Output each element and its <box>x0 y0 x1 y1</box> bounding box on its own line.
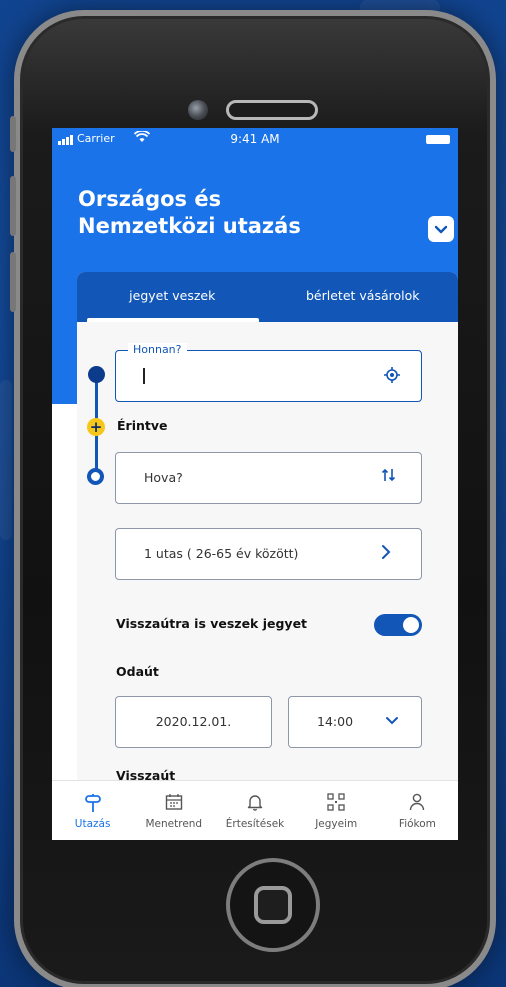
outbound-time-value: 14:00 <box>317 714 354 729</box>
qr-code-icon <box>327 793 345 815</box>
nav-label: Értesítések <box>225 818 285 830</box>
route-start-dot <box>88 366 105 383</box>
bell-icon <box>247 793 263 815</box>
add-via-icon[interactable]: + <box>87 418 105 436</box>
background-streak <box>0 380 12 540</box>
status-bar: Carrier 9:41 AM <box>52 128 458 150</box>
passengers-value: 1 utas ( 26-65 év között) <box>144 546 299 561</box>
user-icon <box>409 793 425 815</box>
outbound-time-select[interactable]: 14:00 <box>288 696 422 748</box>
outbound-date-field[interactable]: 2020.12.01. <box>115 696 272 748</box>
tab-label: bérletet vásárolok <box>306 287 420 303</box>
nav-item-travel[interactable]: Utazás <box>52 781 133 840</box>
via-label[interactable]: Érintve <box>117 418 168 433</box>
speaker-grille <box>226 100 318 120</box>
nav-item-account[interactable]: Fiókom <box>377 781 458 840</box>
header-dropdown-button[interactable] <box>428 216 454 242</box>
bottom-nav: Utazás Menetrend Értesítések Jegyeim Fió… <box>52 780 458 840</box>
nav-label: Utazás <box>74 818 111 830</box>
return-ticket-toggle[interactable] <box>374 614 422 636</box>
nav-label: Fiókom <box>398 818 436 830</box>
ticket-tabs: jegyet veszek bérletet vásárolok <box>77 272 458 322</box>
to-placeholder: Hova? <box>144 470 183 485</box>
phone-volume-button <box>10 176 16 236</box>
calendar-icon <box>165 793 183 815</box>
nav-item-tickets[interactable]: Jegyeim <box>296 781 377 840</box>
chevron-right-icon <box>381 541 391 565</box>
swap-icon[interactable] <box>381 467 397 487</box>
phone-side-button <box>10 116 16 152</box>
status-time: 9:41 AM <box>230 132 280 146</box>
nav-item-timetable[interactable]: Menetrend <box>133 781 214 840</box>
chevron-down-icon <box>385 711 399 730</box>
passengers-selector[interactable]: 1 utas ( 26-65 év között) <box>115 528 422 580</box>
phone-volume-button <box>10 252 16 312</box>
locate-icon[interactable] <box>383 366 401 389</box>
from-input[interactable]: Honnan? <box>115 343 422 402</box>
camera-icon <box>188 100 208 120</box>
nav-label: Menetrend <box>145 818 203 830</box>
home-square-icon <box>254 886 292 924</box>
to-input[interactable]: Hova? <box>115 452 422 504</box>
tab-buy-pass[interactable]: bérletet vásárolok <box>268 272 459 322</box>
page-title: Országos és Nemzetközi utazás <box>78 187 301 238</box>
outbound-date-value: 2020.12.01. <box>155 714 232 729</box>
battery-icon <box>426 135 450 144</box>
nav-item-notifications[interactable]: Értesítések <box>214 781 295 840</box>
from-label: Honnan? <box>128 343 187 356</box>
toggle-knob <box>403 617 419 633</box>
return-ticket-label: Visszaútra is veszek jegyet <box>116 616 308 631</box>
outbound-label: Odaút <box>116 664 159 679</box>
tab-label: jegyet veszek <box>129 287 216 303</box>
tab-buy-ticket[interactable]: jegyet veszek <box>77 272 268 322</box>
active-tab-indicator <box>87 318 259 322</box>
text-cursor <box>143 368 145 384</box>
route-end-dot <box>87 468 104 485</box>
app-screen: Carrier 9:41 AM Országos és Nemzetközi u… <box>52 128 458 840</box>
chevron-down-icon <box>434 220 448 239</box>
signpost-icon <box>84 793 101 815</box>
nav-label: Jegyeim <box>315 818 358 830</box>
home-button[interactable] <box>226 858 320 952</box>
